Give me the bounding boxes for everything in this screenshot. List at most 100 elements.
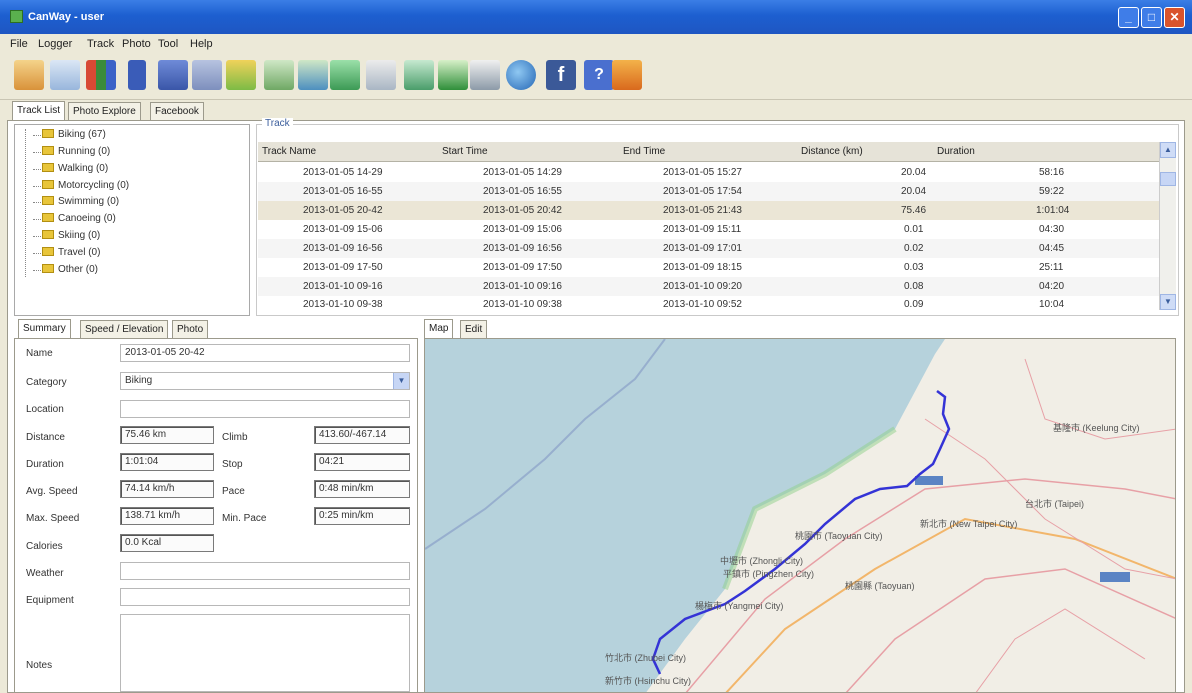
table-row[interactable]: 2013-01-10 09-38 2013-01-10 09:38 2013-01-… bbox=[258, 296, 1160, 310]
menu-help[interactable]: Help bbox=[190, 38, 213, 50]
scroll-up-icon[interactable]: ▲ bbox=[1160, 142, 1176, 158]
import-icon[interactable] bbox=[14, 60, 44, 90]
weather-field[interactable] bbox=[120, 562, 410, 580]
cell-duration: 58:16 bbox=[1039, 167, 1065, 178]
category-item[interactable]: Motorcycling (0) bbox=[33, 180, 129, 193]
cell-track-name: 2013-01-10 09-38 bbox=[303, 299, 383, 310]
menu-tool[interactable]: Tool bbox=[158, 38, 178, 50]
cell-end-time: 2013-01-05 21:43 bbox=[663, 205, 742, 216]
table-row-selected[interactable]: 2013-01-05 20-42 2013-01-05 20:42 2013-01-… bbox=[258, 201, 1160, 220]
track-icon[interactable] bbox=[50, 60, 80, 90]
table-row[interactable]: 2013-01-09 17-50 2013-01-09 17:50 2013-01-… bbox=[258, 258, 1160, 277]
menu-track[interactable]: Track bbox=[87, 38, 114, 50]
facebook-icon[interactable]: f bbox=[546, 60, 576, 90]
cell-start-time: 2013-01-05 20:42 bbox=[483, 205, 562, 216]
weather-label: Weather bbox=[26, 568, 64, 579]
cell-end-time: 2013-01-05 17:54 bbox=[663, 186, 742, 197]
map-icon[interactable] bbox=[404, 60, 434, 90]
notes-field[interactable] bbox=[120, 614, 410, 692]
notes-label: Notes bbox=[26, 660, 53, 671]
minimize-button[interactable]: _ bbox=[1118, 7, 1139, 28]
logger-device-icon[interactable] bbox=[158, 60, 188, 90]
category-item[interactable]: Running (0) bbox=[33, 146, 111, 159]
photo-link-icon[interactable] bbox=[298, 60, 328, 90]
menu-logger[interactable]: Logger bbox=[38, 38, 72, 50]
refresh-icon[interactable] bbox=[438, 60, 468, 90]
max-speed-label: Max. Speed bbox=[26, 513, 80, 524]
logger-icon[interactable] bbox=[128, 60, 146, 90]
cell-duration: 10:04 bbox=[1039, 299, 1065, 310]
map-label: 竹北市 (Zhubei City) bbox=[605, 652, 686, 663]
location-field[interactable] bbox=[120, 400, 410, 418]
photo-map-icon[interactable] bbox=[264, 60, 294, 90]
map-label: 桃園縣 (Taoyuan) bbox=[845, 580, 915, 591]
column-start-time[interactable]: Start Time bbox=[442, 146, 488, 157]
cell-duration: 04:20 bbox=[1039, 281, 1065, 292]
cell-end-time: 2013-01-10 09:52 bbox=[663, 299, 742, 310]
tab-track-list[interactable]: Track List bbox=[12, 101, 65, 121]
track-scrollbar[interactable]: ▲ ▼ bbox=[1159, 142, 1176, 310]
cell-distance: 0.09 bbox=[904, 299, 924, 310]
logger-clear-icon[interactable] bbox=[192, 60, 222, 90]
category-item[interactable]: Other (0) bbox=[33, 264, 98, 277]
cell-end-time: 2013-01-10 09:20 bbox=[663, 281, 742, 292]
chart-icon[interactable] bbox=[86, 60, 116, 90]
export-icon[interactable] bbox=[226, 60, 256, 90]
cell-start-time: 2013-01-09 15:06 bbox=[483, 224, 562, 235]
tools-icon[interactable] bbox=[366, 60, 396, 90]
tab-speed-elevation[interactable]: Speed / Elevation bbox=[80, 320, 169, 340]
table-row[interactable]: 2013-01-09 16-56 2013-01-09 16:56 2013-01-… bbox=[258, 239, 1160, 258]
column-track-name[interactable]: Track Name bbox=[262, 146, 316, 157]
scroll-thumb[interactable] bbox=[1160, 172, 1176, 186]
map-label: 中壢市 (Zhongli City) bbox=[720, 555, 803, 566]
category-label: Biking (67) bbox=[58, 129, 106, 140]
menu-bar: File Logger Track Photo Tool Help bbox=[0, 34, 1192, 54]
category-item[interactable]: Skiing (0) bbox=[33, 230, 101, 243]
table-row[interactable]: 2013-01-10 09-16 2013-01-10 09:16 2013-01-… bbox=[258, 277, 1160, 296]
name-field[interactable]: 2013-01-05 20-42 bbox=[120, 344, 410, 362]
column-distance[interactable]: Distance (km) bbox=[801, 146, 863, 157]
earth-icon[interactable] bbox=[506, 60, 536, 90]
tab-photo[interactable]: Photo bbox=[172, 320, 209, 340]
category-item[interactable]: Walking (0) bbox=[33, 163, 108, 176]
map-label: 基隆市 (Keelung City) bbox=[1053, 422, 1140, 433]
map-view[interactable]: 基隆市 (Keelung City) 新北市 (New Taipei City)… bbox=[424, 338, 1176, 693]
map-label: 楊梅市 (Yangmei City) bbox=[695, 600, 783, 611]
gps-icon[interactable] bbox=[330, 60, 360, 90]
help-icon[interactable]: ? bbox=[584, 60, 614, 90]
tab-summary[interactable]: Summary bbox=[18, 319, 71, 339]
cell-duration: 1:01:04 bbox=[1036, 205, 1070, 216]
equipment-field[interactable] bbox=[120, 588, 410, 606]
scroll-down-icon[interactable]: ▼ bbox=[1160, 294, 1176, 310]
category-item[interactable]: Travel (0) bbox=[33, 247, 101, 260]
sync-icon[interactable] bbox=[470, 60, 500, 90]
table-row[interactable]: 2013-01-09 15-06 2013-01-09 15:06 2013-01-… bbox=[258, 220, 1160, 239]
column-end-time[interactable]: End Time bbox=[623, 146, 665, 157]
exit-icon[interactable] bbox=[612, 60, 642, 90]
cell-end-time: 2013-01-05 15:27 bbox=[663, 167, 742, 178]
tab-facebook[interactable]: Facebook bbox=[150, 102, 204, 122]
cell-end-time: 2013-01-09 17:01 bbox=[663, 243, 742, 254]
category-select[interactable]: Biking ▼ bbox=[120, 372, 410, 390]
category-item[interactable]: Canoeing (0) bbox=[33, 213, 116, 226]
tab-edit[interactable]: Edit bbox=[460, 320, 488, 340]
category-label: Travel (0) bbox=[58, 247, 101, 258]
category-label: Running (0) bbox=[58, 146, 111, 157]
column-duration[interactable]: Duration bbox=[937, 146, 975, 157]
category-item[interactable]: Swimming (0) bbox=[33, 196, 119, 209]
table-row[interactable]: 2013-01-05 14-29 2013-01-05 14:29 2013-01-… bbox=[258, 163, 1160, 182]
category-label: Skiing (0) bbox=[58, 230, 101, 241]
menu-file[interactable]: File bbox=[10, 38, 28, 50]
tab-map[interactable]: Map bbox=[424, 319, 454, 339]
tab-photo-explore[interactable]: Photo Explore bbox=[68, 102, 141, 122]
menu-photo[interactable]: Photo bbox=[122, 38, 151, 50]
close-button[interactable]: ✕ bbox=[1164, 7, 1185, 28]
tree-line bbox=[25, 129, 26, 277]
cell-duration: 04:45 bbox=[1039, 243, 1065, 254]
cell-track-name: 2013-01-09 16-56 bbox=[303, 243, 383, 254]
category-item[interactable]: Biking (67) bbox=[33, 129, 106, 142]
map-canvas[interactable]: 基隆市 (Keelung City) 新北市 (New Taipei City)… bbox=[425, 339, 1176, 693]
table-row[interactable]: 2013-01-05 16-55 2013-01-05 16:55 2013-01-… bbox=[258, 182, 1160, 201]
maximize-button[interactable]: □ bbox=[1141, 7, 1162, 28]
chevron-down-icon[interactable]: ▼ bbox=[393, 373, 409, 389]
